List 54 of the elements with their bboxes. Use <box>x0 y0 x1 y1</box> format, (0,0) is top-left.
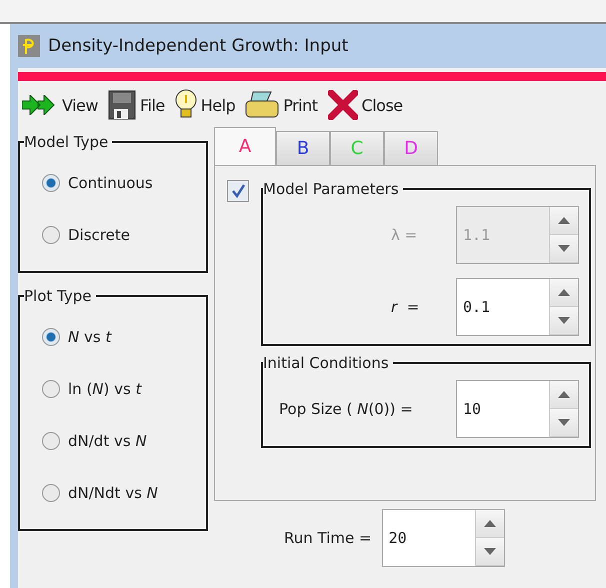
radio-button[interactable] <box>42 432 60 450</box>
down-arrow-icon <box>558 317 570 324</box>
increment-button[interactable] <box>476 510 504 538</box>
radio-label: N vs t <box>68 328 112 346</box>
checkmark-icon <box>231 184 245 198</box>
down-arrow-icon <box>558 419 570 426</box>
decrement-button[interactable] <box>550 307 578 335</box>
toolbar-button[interactable]: Close <box>326 90 405 120</box>
number-field[interactable]: 10 <box>457 381 549 437</box>
field-label: Pop Size ( N(0)) = <box>278 400 413 418</box>
up-arrow-icon <box>558 391 570 398</box>
app-icon <box>18 35 40 57</box>
decrement-button[interactable] <box>550 235 578 263</box>
group-title: Model Parameters <box>263 180 400 198</box>
radio-label: dN/dt vs N <box>68 432 147 450</box>
radio-label: Discrete <box>68 226 130 244</box>
down-arrow-icon <box>484 548 496 555</box>
toolbar-button[interactable]: Print <box>243 90 320 120</box>
increment-button[interactable] <box>550 207 578 235</box>
radio-button[interactable] <box>42 226 60 244</box>
group-title: Initial Conditions <box>263 354 390 372</box>
toolbar-button[interactable]: File <box>106 90 167 120</box>
field-label: λ = <box>390 226 418 244</box>
toolbar-button[interactable]: Help <box>172 89 238 121</box>
radio-button[interactable] <box>42 174 60 192</box>
field-label: r = <box>390 298 420 316</box>
increment-button[interactable] <box>550 381 578 409</box>
tab[interactable]: B <box>276 131 330 165</box>
group-title: Model Type <box>24 133 110 151</box>
radio-button[interactable] <box>42 380 60 398</box>
number-spinner[interactable]: 0.1 <box>456 278 579 336</box>
up-arrow-icon <box>484 520 496 527</box>
checkbox[interactable] <box>227 180 249 202</box>
increment-button[interactable] <box>550 279 578 307</box>
field-label: Run Time = <box>284 529 372 547</box>
number-field[interactable]: 0.1 <box>457 279 549 335</box>
radio-label: dN/Ndt vs N <box>68 484 158 502</box>
decrement-button[interactable] <box>550 409 578 437</box>
window-title: Density-Independent Growth: Input <box>48 36 348 56</box>
number-spinner[interactable]: 20 <box>382 509 505 567</box>
printer-icon <box>245 90 280 120</box>
up-arrow-icon <box>558 217 570 224</box>
up-arrow-icon <box>558 289 570 296</box>
radio-label: Continuous <box>68 174 153 192</box>
number-field[interactable]: 20 <box>382 510 475 566</box>
close-icon <box>328 90 358 120</box>
toolbar-button[interactable]: View <box>20 95 100 115</box>
radio-button[interactable] <box>42 328 60 346</box>
radio-button[interactable] <box>42 484 60 502</box>
number-spinner[interactable]: 10 <box>456 380 579 438</box>
radio-label: ln (N) vs t <box>68 380 142 398</box>
down-arrow-icon <box>558 245 570 252</box>
decrement-button[interactable] <box>476 538 504 566</box>
group-title: Plot Type <box>24 287 92 305</box>
